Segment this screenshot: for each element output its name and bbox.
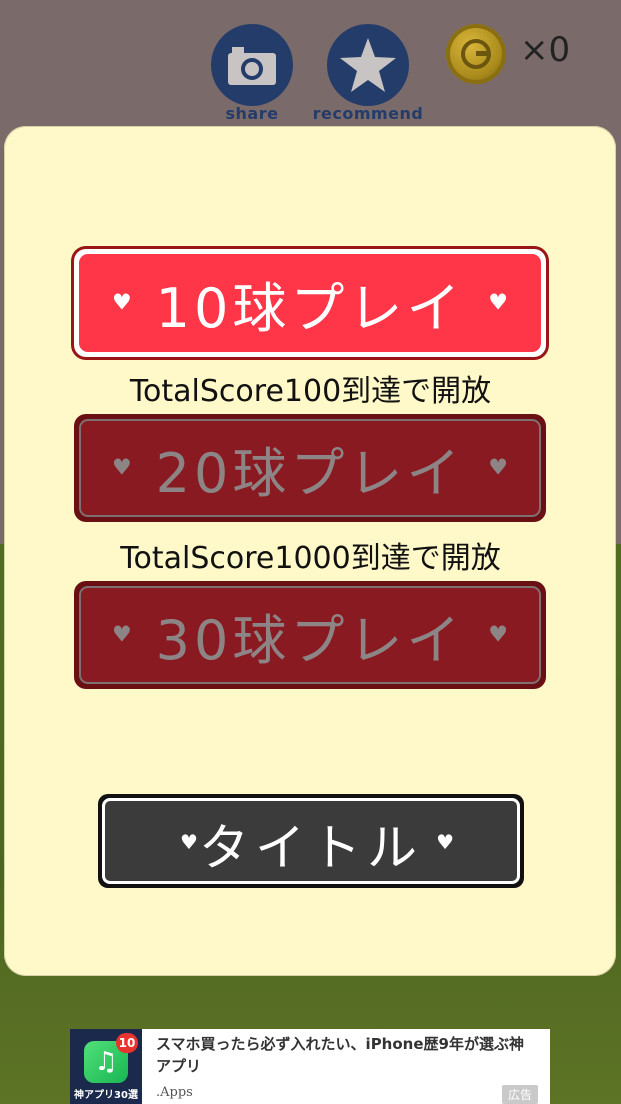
heart-right-icon: ♥ <box>488 455 508 481</box>
camera-icon <box>228 47 276 85</box>
play-20-button[interactable]: ♥ 20球プレイ ♥ <box>74 414 546 522</box>
ad-badge: 10 <box>116 1033 138 1053</box>
coin-icon <box>446 24 506 84</box>
play-10-button[interactable]: ♥ 10球プレイ ♥ <box>74 249 546 357</box>
heart-right-icon: ♥ <box>488 622 508 648</box>
heart-right-icon: ♥ <box>436 830 454 854</box>
recommend-button[interactable] <box>327 24 409 106</box>
unlock-note-30: TotalScore1000到達で開放 <box>120 541 501 576</box>
ad-icon-caption: 神アプリ30選 <box>74 1090 138 1101</box>
ad-tag: 広告 <box>501 1085 538 1104</box>
play-10-label: 10球プレイ <box>155 276 465 340</box>
unlock-note-20: TotalScore100到達で開放 <box>129 374 492 409</box>
play-30-label: 30球プレイ <box>155 608 465 672</box>
heart-left-icon: ♥ <box>112 622 132 648</box>
share-label: share <box>225 104 279 123</box>
heart-right-icon: ♥ <box>488 290 508 316</box>
recommend-label: recommend <box>312 104 424 123</box>
ad-headline[interactable]: スマホ買ったら必ず入れたい、iPhone歴9年が選ぶ神アプリ <box>156 1033 534 1077</box>
share-button[interactable] <box>211 24 293 106</box>
heart-left-icon: ♥ <box>112 455 132 481</box>
ad-source: .Apps <box>156 1085 193 1100</box>
title-button[interactable]: ♥ タイトル ♥ <box>98 794 524 888</box>
ad-app-icon[interactable]: ♫ 10 神アプリ30選 <box>70 1029 142 1104</box>
ad-banner[interactable]: ♫ 10 神アプリ30選 スマホ買ったら必ず入れたい、iPhone歴9年が選ぶ神… <box>70 1029 550 1104</box>
star-icon <box>340 38 396 92</box>
play-20-label: 20球プレイ <box>155 441 465 505</box>
title-button-label: タイトル <box>199 819 423 877</box>
heart-left-icon: ♥ <box>112 290 132 316</box>
play-30-button[interactable]: ♥ 30球プレイ ♥ <box>74 581 546 689</box>
coin-count: ×0 <box>520 30 571 70</box>
